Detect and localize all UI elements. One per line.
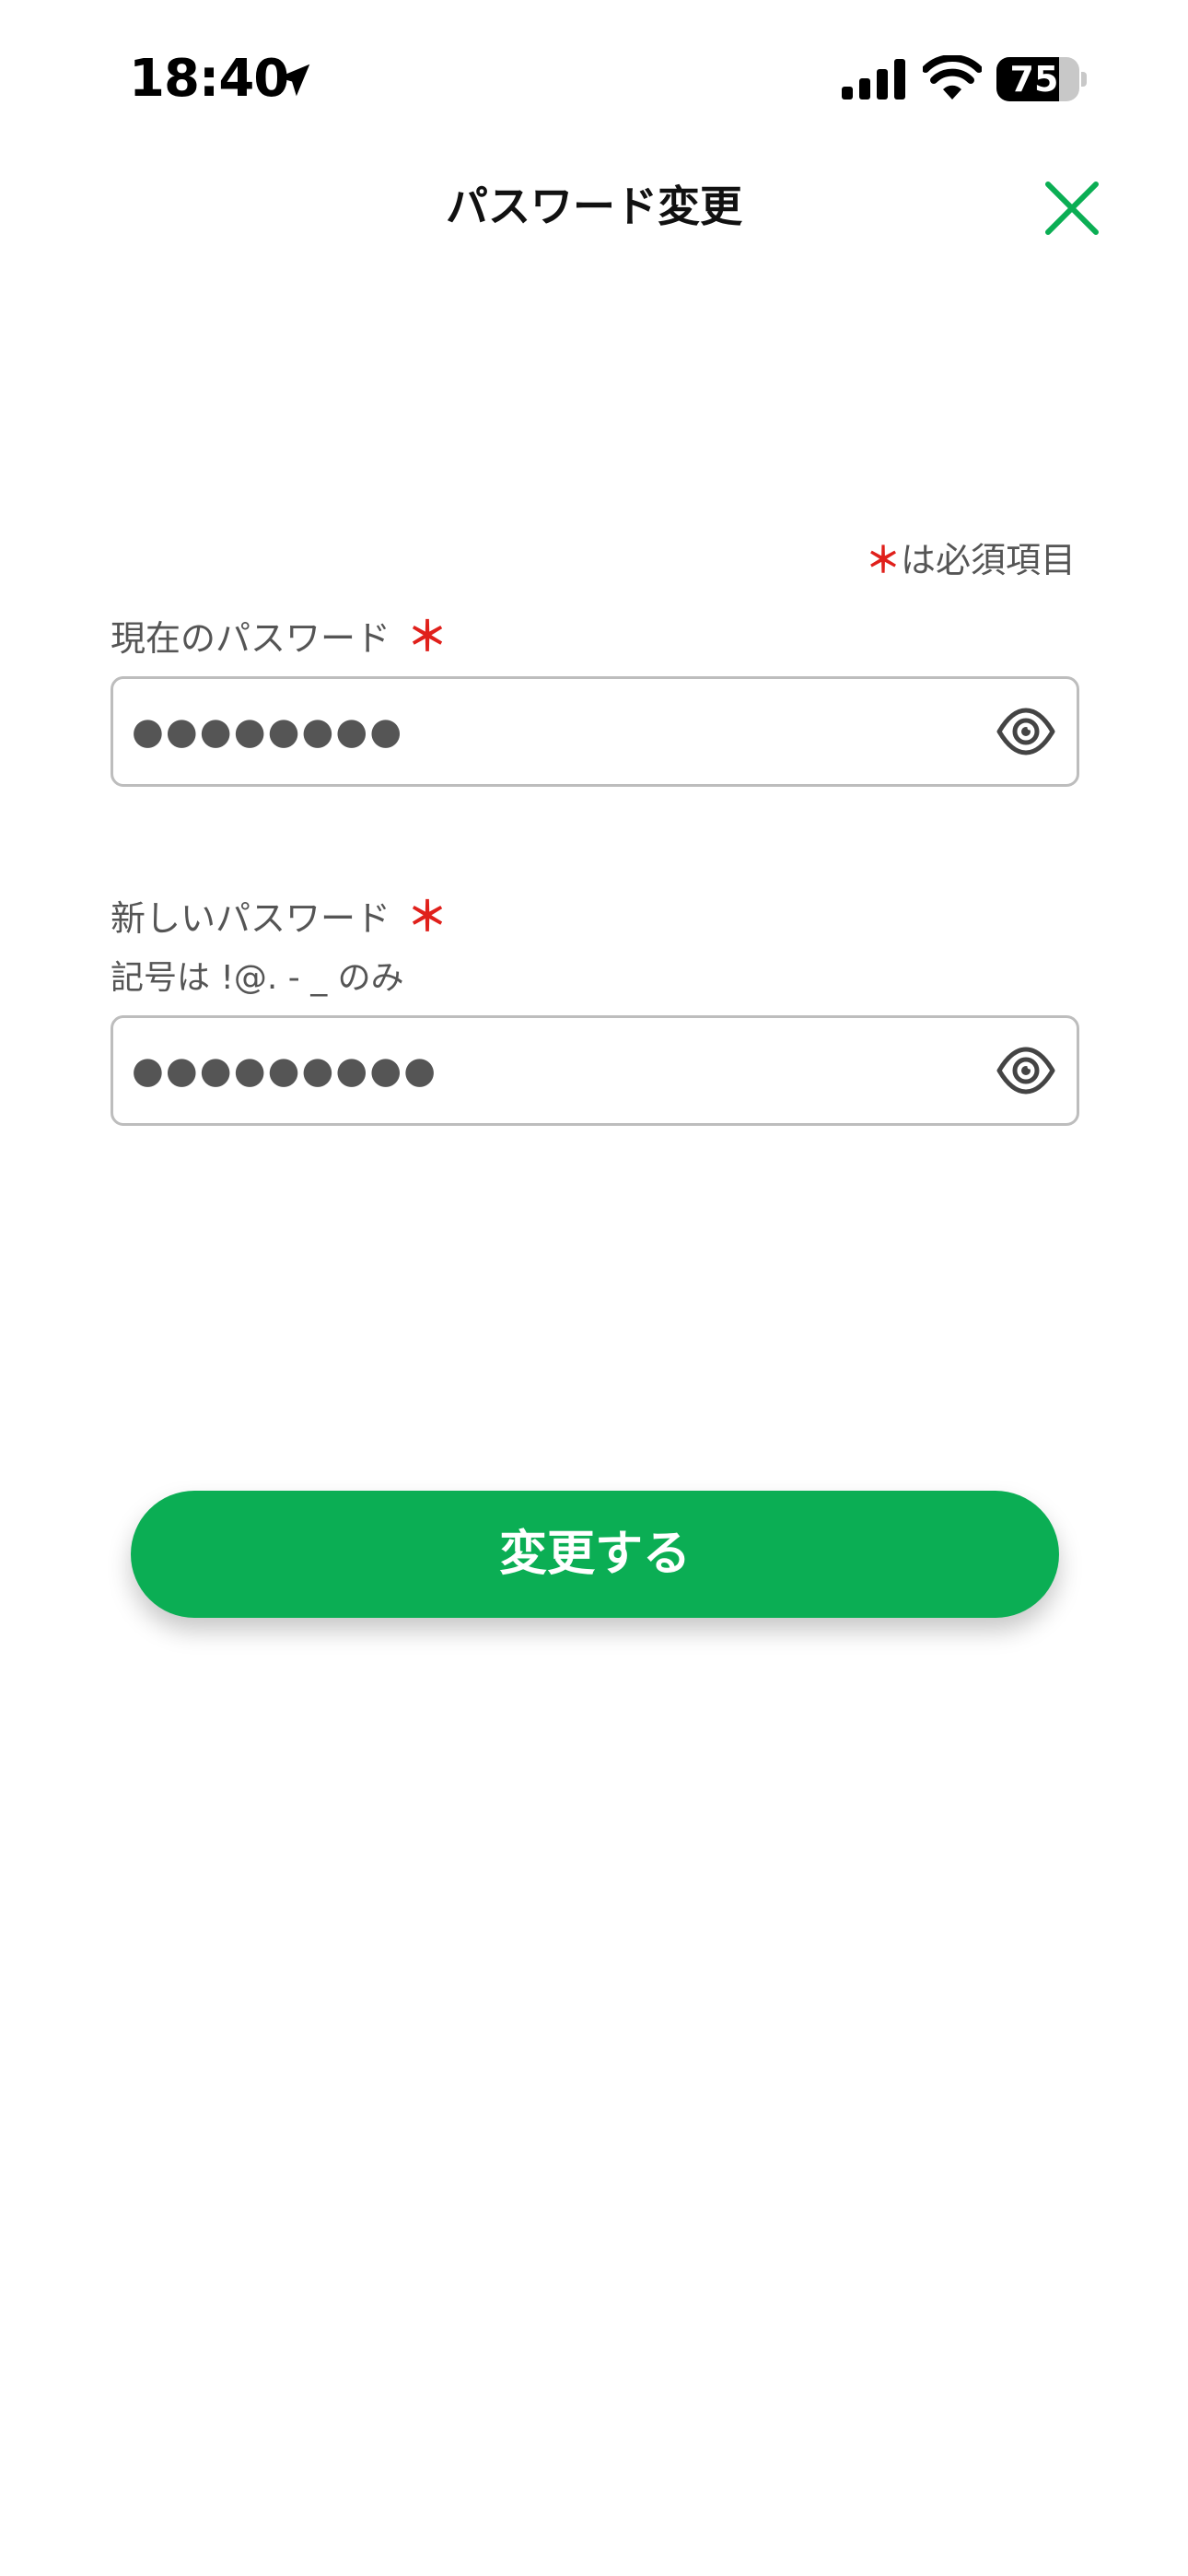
current-password-label-text: 現在のパスワード [111, 618, 391, 659]
new-password-field[interactable]: ●●●●●●●●● [111, 1015, 1079, 1126]
new-password-label: 新しいパスワード ＊ [111, 892, 448, 944]
eye-icon[interactable] [996, 1044, 1056, 1097]
new-password-required-mark: ＊ [407, 894, 448, 941]
eye-icon[interactable] [996, 705, 1056, 758]
required-note-text: は必須項目 [900, 540, 1076, 580]
current-password-field[interactable]: ●●●●●●●● [111, 676, 1079, 787]
current-password-label: 現在のパスワード ＊ [111, 612, 448, 664]
required-mark: ＊ [865, 540, 901, 580]
cellular-signal-icon [842, 59, 905, 100]
location-arrow-icon [277, 64, 310, 97]
current-password-value: ●●●●●●●● [132, 710, 404, 753]
new-password-value: ●●●●●●●●● [132, 1049, 438, 1092]
close-icon[interactable] [1039, 175, 1105, 241]
page-title: パスワード変更 [446, 181, 742, 231]
required-fields-note: ＊は必須項目 [866, 534, 1076, 586]
status-bar: 18:40 75 [0, 0, 1188, 162]
battery-body: 75 [996, 57, 1079, 101]
new-password-label-text: 新しいパスワード [111, 898, 391, 939]
change-password-button[interactable]: 変更する [131, 1491, 1059, 1618]
wifi-icon [923, 55, 982, 100]
battery-indicator: 75 [996, 57, 1087, 101]
new-password-hint: 記号は !@. - _ のみ [111, 959, 404, 997]
current-password-required-mark: ＊ [407, 614, 448, 661]
status-time: 18:40 [129, 49, 289, 109]
battery-tip [1081, 72, 1087, 87]
battery-level: 75 [1009, 59, 1059, 100]
